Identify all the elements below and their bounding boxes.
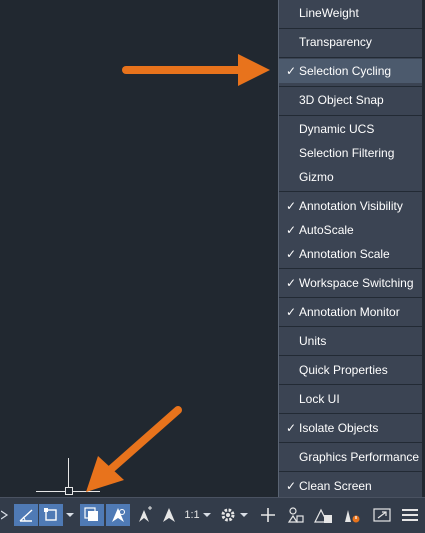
crosshair-pickbox <box>65 487 73 495</box>
ortho-icon[interactable] <box>14 504 38 526</box>
menu-item-clean-screen[interactable]: ✓ Clean Screen <box>279 474 422 498</box>
selection-cycling-icon[interactable] <box>80 504 104 526</box>
check-icon: ✓ <box>285 247 297 261</box>
menu-separator <box>279 191 422 192</box>
menu-item-annotation-scale[interactable]: ✓ Annotation Scale <box>279 242 422 266</box>
menu-separator <box>279 355 422 356</box>
menu-item-lineweight[interactable]: LineWeight <box>279 1 422 25</box>
annotation-scale-icon[interactable] <box>157 504 181 526</box>
menu-item-dynamic-ucs[interactable]: Dynamic UCS <box>279 117 422 141</box>
check-icon: ✓ <box>285 479 297 493</box>
check-icon: ✓ <box>285 421 297 435</box>
menu-item-3d-object-snap[interactable]: 3D Object Snap <box>279 88 422 112</box>
menu-item-isolate-objects[interactable]: ✓ Isolate Objects <box>279 416 422 440</box>
isolate-objects-icon[interactable] <box>370 504 394 526</box>
dropdown-icon[interactable] <box>64 504 76 526</box>
menu-separator <box>279 384 422 385</box>
callout-arrow-down-left <box>86 406 182 492</box>
menu-separator <box>279 268 422 269</box>
annotation-monitor-plus-icon[interactable] <box>257 504 279 526</box>
annotation-visibility-icon[interactable] <box>106 504 130 526</box>
menu-item-gizmo[interactable]: Gizmo <box>279 165 422 189</box>
menu-item-annotation-visibility[interactable]: ✓ Annotation Visibility <box>279 194 422 218</box>
check-icon: ✓ <box>285 305 297 319</box>
menu-separator <box>279 326 422 327</box>
status-bar-customization-menu: LineWeight Transparency ✓ Selection Cycl… <box>278 0 422 497</box>
customization-menu-icon[interactable] <box>398 504 422 526</box>
callout-arrow-right <box>122 54 270 86</box>
check-icon: ✓ <box>285 276 297 290</box>
check-icon: ✓ <box>285 223 297 237</box>
menu-item-selection-cycling[interactable]: ✓ Selection Cycling <box>279 59 422 83</box>
menu-separator <box>279 297 422 298</box>
annotation-scale-value: 1:1 <box>184 509 200 521</box>
menu-separator <box>279 86 422 87</box>
menu-item-graphics-performance[interactable]: Graphics Performance <box>279 445 422 469</box>
units-icon[interactable] <box>284 504 308 526</box>
menu-separator <box>279 471 422 472</box>
menu-item-autoscale[interactable]: ✓ AutoScale <box>279 218 422 242</box>
menu-separator <box>279 442 422 443</box>
check-icon: ✓ <box>285 64 297 78</box>
menu-item-workspace-switching[interactable]: ✓ Workspace Switching <box>279 271 422 295</box>
menu-separator <box>279 115 422 116</box>
scale-dropdown-icon <box>202 513 211 517</box>
dropdown-icon[interactable] <box>238 504 250 526</box>
quick-properties-icon[interactable] <box>312 504 336 526</box>
menu-separator <box>279 28 422 29</box>
menu-item-selection-filtering[interactable]: Selection Filtering <box>279 141 422 165</box>
menu-item-units[interactable]: Units <box>279 329 422 353</box>
workspace-gear-icon[interactable] <box>218 504 238 526</box>
object-snap-icon[interactable] <box>39 504 63 526</box>
menu-item-annotation-monitor[interactable]: ✓ Annotation Monitor <box>279 300 422 324</box>
menu-item-lock-ui[interactable]: Lock UI <box>279 387 422 411</box>
lock-ui-icon[interactable] <box>340 504 364 526</box>
isodraft-icon[interactable] <box>0 504 10 526</box>
menu-item-quick-properties[interactable]: Quick Properties <box>279 358 422 382</box>
scale-dropdown[interactable]: 1:1 <box>183 504 213 526</box>
menu-separator <box>279 413 422 414</box>
autoscale-icon[interactable] <box>132 504 156 526</box>
check-icon: ✓ <box>285 199 297 213</box>
status-bar: 1:1 <box>0 497 425 533</box>
menu-separator <box>279 57 422 58</box>
menu-item-transparency[interactable]: Transparency <box>279 30 422 54</box>
